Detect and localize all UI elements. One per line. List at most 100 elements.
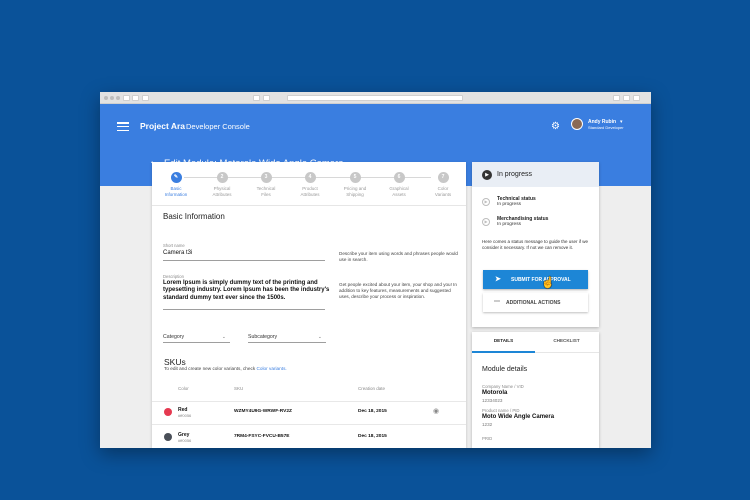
app-subtitle: Developer Console <box>186 122 250 131</box>
description-field[interactable]: Lorem Ipsum is simply dummy text of the … <box>163 280 331 302</box>
tabs-button[interactable] <box>623 95 630 101</box>
step-number: 4 <box>304 172 316 183</box>
skus-help-text: To edit and create new color variants, c… <box>164 366 257 371</box>
step-product-attributes[interactable]: 4 Product Attributes <box>290 172 330 198</box>
module-details-title: Module details <box>482 366 528 373</box>
step-label: Shipping <box>346 192 364 197</box>
menu-icon[interactable] <box>117 122 129 132</box>
browser-chrome <box>100 92 651 104</box>
step-label: Product <box>302 186 318 191</box>
active-tab-indicator <box>472 351 535 353</box>
product-label: Product name / PID <box>482 408 520 413</box>
status-label: In progress <box>497 171 533 178</box>
step-label: Assets <box>392 192 406 197</box>
sidebar-toggle-button[interactable] <box>142 95 149 101</box>
edit-form-card: ✎ Basic Information 2 Physical Attributes … <box>152 162 466 448</box>
step-label: Physical <box>213 186 231 191</box>
step-number: 2 <box>216 172 228 183</box>
creation-date: Dec 18, 2015 <box>358 409 387 414</box>
step-label: Graphical <box>389 186 409 191</box>
description-label: Description <box>163 274 184 279</box>
row-divider <box>152 424 466 425</box>
company-value: Motorola <box>482 390 508 396</box>
eye-icon[interactable]: ◉ <box>433 407 439 415</box>
company-id: 12334023 <box>482 398 503 403</box>
step-label: Files <box>261 192 271 197</box>
status-panel: ▶ In progress ▶ Technical status In prog… <box>472 162 599 327</box>
merch-status-value: In progress <box>497 222 521 227</box>
details-panel: DETAILS CHECKLIST Module details Company… <box>472 332 599 448</box>
skus-help: To edit and create new color variants, c… <box>164 366 287 371</box>
step-number: 6 <box>393 172 405 183</box>
tab-checklist[interactable]: CHECKLIST <box>535 338 598 343</box>
chevron-down-icon[interactable]: ⌄ <box>318 334 322 340</box>
short-name-label: Short name <box>163 243 185 248</box>
more-icon: ⋯ <box>494 299 500 305</box>
description-help: Get people excited about your item, your… <box>339 282 457 299</box>
category-select[interactable]: Category <box>163 334 184 340</box>
avatar[interactable] <box>571 118 583 130</box>
step-label: Pricing and <box>343 186 367 191</box>
step-basic-information[interactable]: ✎ Basic Information <box>156 172 196 198</box>
nav-back-button[interactable] <box>123 95 130 101</box>
reader-button[interactable] <box>263 95 270 101</box>
short-name-help: Describe your item using words and phras… <box>339 251 458 262</box>
technical-status-value: In progress <box>497 202 521 207</box>
tab-button[interactable] <box>253 95 260 101</box>
tab-details[interactable]: DETAILS <box>472 338 535 343</box>
column-header-color: Color <box>178 386 189 391</box>
chevron-down-icon[interactable]: ▾ <box>620 119 623 125</box>
user-role: Standard Developer <box>588 125 624 130</box>
step-physical-attributes[interactable]: 2 Physical Attributes <box>202 172 242 198</box>
additional-actions-button[interactable]: ⋯ ADDITIONAL ACTIONS <box>483 293 588 312</box>
step-color-variants[interactable]: 7 Color Variants <box>423 172 463 198</box>
new-tab-button[interactable] <box>633 95 640 101</box>
step-pricing-shipping[interactable]: 5 Pricing and Shipping <box>335 172 375 198</box>
row-divider <box>152 401 466 402</box>
status-message: Here comes a status message to guide the… <box>482 239 589 250</box>
step-label: Attributes <box>212 192 232 197</box>
color-swatch <box>164 433 172 441</box>
more-label: ADDITIONAL ACTIONS <box>506 300 561 306</box>
window-dot[interactable] <box>110 96 114 100</box>
subcategory-select[interactable]: Subcategory <box>248 334 277 340</box>
send-icon: ➤ <box>495 276 501 283</box>
step-label: Attributes <box>300 192 320 197</box>
pencil-icon: ✎ <box>170 172 182 183</box>
step-graphical-assets[interactable]: 6 Graphical Assets <box>379 172 419 198</box>
column-header-sku: SKU <box>234 386 244 391</box>
creation-date: Dec 18, 2015 <box>358 434 387 439</box>
window-dot[interactable] <box>104 96 108 100</box>
gear-icon[interactable]: ⚙ <box>551 121 560 132</box>
step-number: 3 <box>260 172 272 183</box>
section-title: Basic Information <box>163 212 225 221</box>
browser-window: Project Ara Developer Console ⚙ Andy Rub… <box>100 92 651 448</box>
short-name-underline <box>163 260 325 261</box>
step-label: Variants <box>434 192 452 197</box>
column-header-date: Creation date <box>358 386 386 391</box>
step-label: Color <box>437 186 449 191</box>
short-name-field[interactable]: Camera t3i <box>163 250 192 256</box>
window-dot[interactable] <box>116 96 120 100</box>
step-label: Information <box>164 192 188 197</box>
color-hex: #ff0056 <box>178 438 192 443</box>
app-name: Project Ara <box>140 121 186 131</box>
step-number: 7 <box>437 172 449 183</box>
address-bar[interactable] <box>287 95 463 101</box>
step-technical-files[interactable]: 3 Technical Files <box>246 172 286 198</box>
play-icon: ▶ <box>482 198 490 206</box>
description-underline <box>163 309 325 310</box>
sku-code: 7RM4-FSYC-FVCU-B57E <box>234 434 290 439</box>
color-swatch <box>164 408 172 416</box>
play-icon: ▶ <box>482 218 490 226</box>
product-id: 1232 <box>482 422 493 427</box>
extra-label: PRID <box>482 436 493 441</box>
step-label: Basic <box>170 186 182 191</box>
nav-forward-button[interactable] <box>132 95 139 101</box>
submit-for-approval-button[interactable]: ➤ SUBMIT FOR APPROVAL <box>483 270 588 289</box>
share-button[interactable] <box>613 95 620 101</box>
company-label: Company Name / VID <box>482 384 524 389</box>
category-underline <box>163 342 230 343</box>
chevron-down-icon[interactable]: ⌄ <box>222 334 226 340</box>
color-variants-link[interactable]: Color variants. <box>257 366 287 371</box>
